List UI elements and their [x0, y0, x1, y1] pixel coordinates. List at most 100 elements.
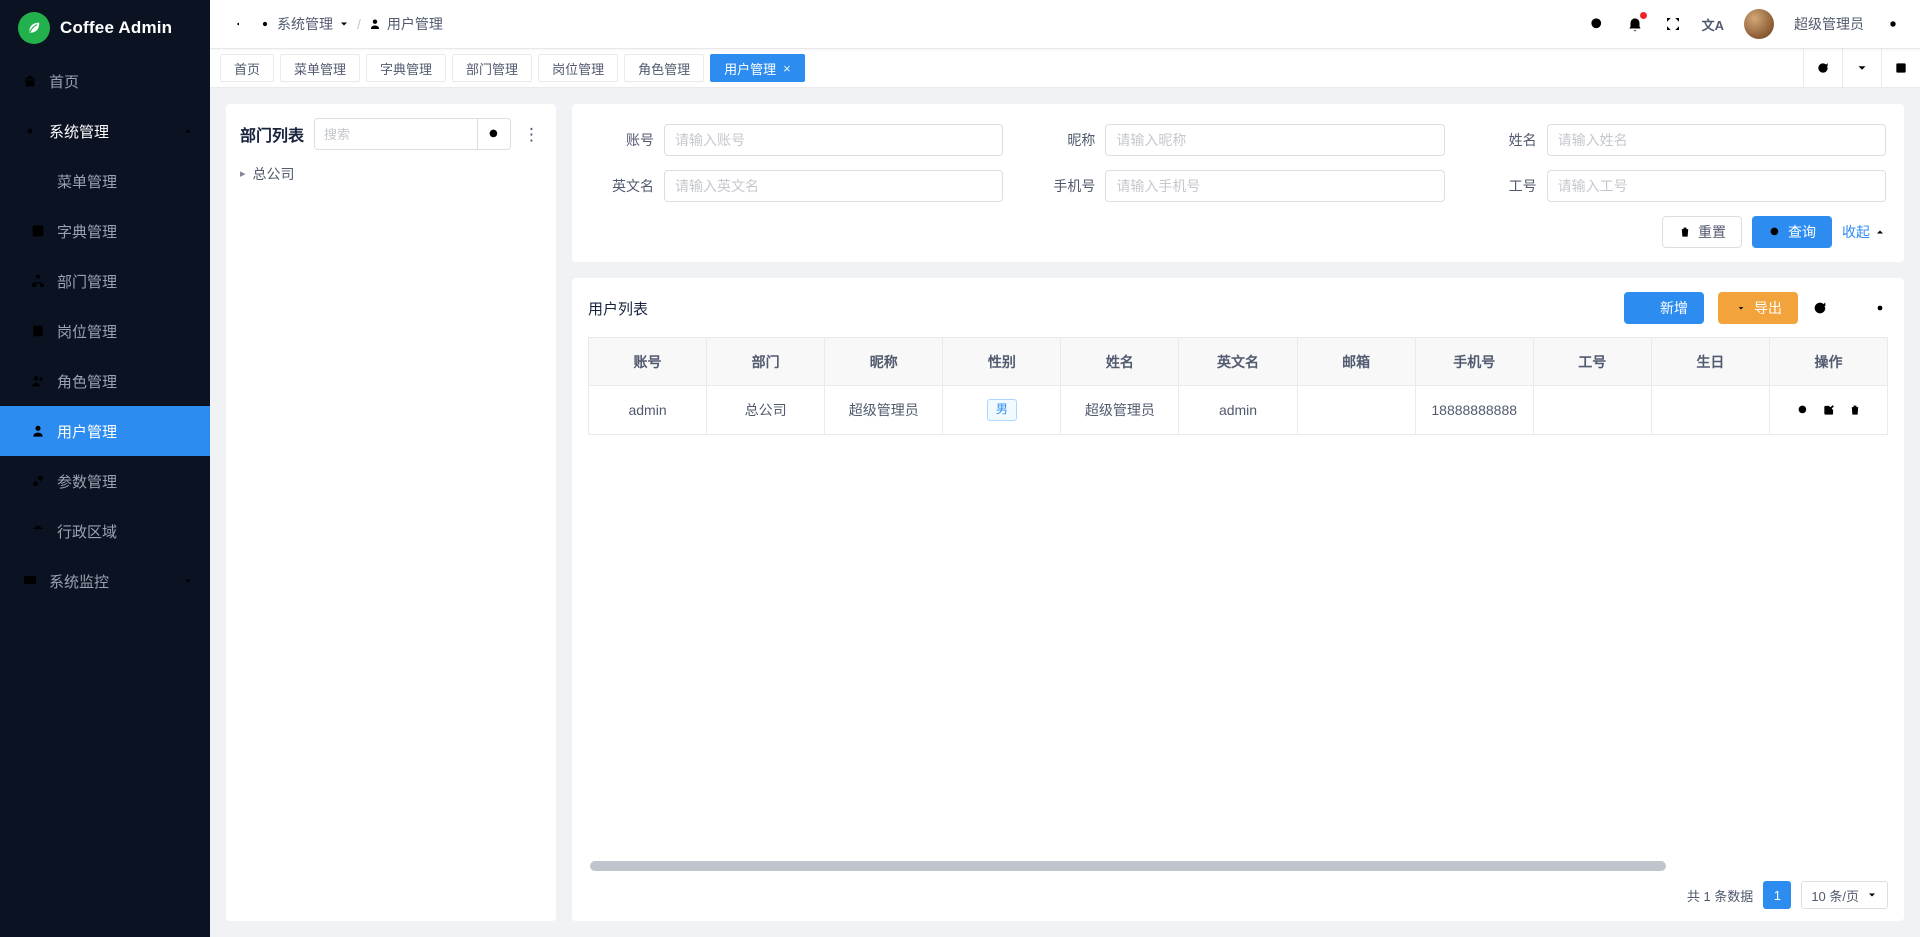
- notification-bell-icon[interactable]: [1626, 15, 1644, 33]
- row-height-icon[interactable]: [1842, 300, 1858, 316]
- sidebar-item-home[interactable]: 首页: [0, 56, 210, 106]
- cell-work-id: [1533, 386, 1651, 435]
- tab-dict-management[interactable]: 字典管理: [366, 54, 446, 82]
- link-icon: [30, 473, 46, 489]
- department-search-group: [314, 118, 511, 150]
- table-empty-space: [588, 435, 1888, 855]
- column-header-work-id: 工号: [1533, 338, 1651, 386]
- page-size-select[interactable]: 10 条/页: [1801, 881, 1888, 909]
- column-header-gender: 性别: [943, 338, 1061, 386]
- breadcrumb-item-current: 用户管理: [368, 14, 443, 34]
- refresh-icon[interactable]: [1803, 49, 1842, 87]
- search-icon: [1768, 225, 1782, 239]
- cell-account: admin: [589, 386, 707, 435]
- tab-user-management[interactable]: 用户管理 ×: [710, 54, 805, 82]
- account-input[interactable]: [664, 124, 1003, 156]
- search-icon[interactable]: [1588, 15, 1606, 33]
- cell-phone: 18888888888: [1415, 386, 1533, 435]
- cell-email: [1297, 386, 1415, 435]
- sidebar-item-label: 系统监控: [49, 571, 109, 592]
- close-icon[interactable]: ×: [783, 62, 791, 75]
- tab-label: 菜单管理: [294, 59, 346, 78]
- name-label: 姓名: [1473, 130, 1537, 150]
- sidebar-item-user-management[interactable]: 用户管理: [0, 406, 210, 456]
- column-header-email: 邮箱: [1297, 338, 1415, 386]
- tab-label: 岗位管理: [552, 59, 604, 78]
- tree-node-label: 总公司: [253, 164, 295, 184]
- sidebar-item-menu-management[interactable]: 菜单管理: [0, 156, 210, 206]
- sidebar-collapse-icon[interactable]: [224, 15, 242, 33]
- department-search-button[interactable]: [477, 118, 511, 150]
- clear-icon: [1678, 225, 1692, 239]
- export-button[interactable]: 导出: [1718, 292, 1798, 324]
- tab-dept-management[interactable]: 部门管理: [452, 54, 532, 82]
- tab-label: 首页: [234, 59, 260, 78]
- name-input[interactable]: [1547, 124, 1886, 156]
- gear-icon: [22, 123, 38, 139]
- sidebar-item-region-management[interactable]: 行政区域: [0, 506, 210, 556]
- field-nickname: 昵称: [1031, 124, 1444, 156]
- tree-caret-icon[interactable]: ▸: [240, 169, 246, 180]
- column-header-phone: 手机号: [1415, 338, 1533, 386]
- cell-birthday: [1651, 386, 1769, 435]
- tab-menu-management[interactable]: 菜单管理: [280, 54, 360, 82]
- search-button[interactable]: 查询: [1752, 216, 1832, 248]
- department-panel: 部门列表 ⋮ ▸ 总公司: [226, 104, 556, 921]
- user-list-card: 用户列表 新增 导出: [572, 278, 1904, 921]
- view-detail-icon[interactable]: [1796, 403, 1810, 417]
- reset-button[interactable]: 重置: [1662, 216, 1742, 248]
- breadcrumb-separator: /: [357, 16, 361, 32]
- right-column: 账号 昵称 姓名 英文名: [572, 104, 1904, 921]
- sidebar-item-param-management[interactable]: 参数管理: [0, 456, 210, 506]
- delete-icon[interactable]: [1848, 403, 1862, 417]
- cell-nickname: 超级管理员: [825, 386, 943, 435]
- table-row[interactable]: admin 总公司 超级管理员 男 超级管理员 admin 1888888888…: [589, 386, 1888, 435]
- sidebar-item-system-management[interactable]: 系统管理: [0, 106, 210, 156]
- sidebar-item-system-monitor[interactable]: 系统监控: [0, 556, 210, 606]
- page-number-button[interactable]: 1: [1763, 881, 1791, 909]
- work-id-label: 工号: [1473, 176, 1537, 196]
- tab-post-management[interactable]: 岗位管理: [538, 54, 618, 82]
- refresh-icon[interactable]: [1812, 300, 1828, 316]
- plus-icon: [1640, 301, 1654, 315]
- english-name-input[interactable]: [664, 170, 1003, 202]
- avatar[interactable]: [1744, 9, 1774, 39]
- system-submenu: 菜单管理 字典管理 部门管理 岗位管理 角色管理: [0, 156, 210, 556]
- add-user-button[interactable]: 新增: [1624, 292, 1704, 324]
- translate-icon[interactable]: 文A: [1702, 15, 1724, 34]
- horizontal-scrollbar[interactable]: [590, 861, 1886, 871]
- sidebar-item-role-management[interactable]: 角色管理: [0, 356, 210, 406]
- field-phone: 手机号: [1031, 170, 1444, 202]
- scrollbar-thumb[interactable]: [590, 861, 1666, 871]
- edit-icon[interactable]: [1822, 403, 1836, 417]
- breadcrumb-item-system[interactable]: 系统管理: [258, 14, 350, 34]
- nickname-input[interactable]: [1105, 124, 1444, 156]
- collapse-filters-link[interactable]: 收起: [1842, 222, 1886, 242]
- tab-home[interactable]: 首页: [220, 54, 274, 82]
- dictionary-icon: [30, 223, 46, 239]
- sidebar-item-dict-management[interactable]: 字典管理: [0, 206, 210, 256]
- expand-icon[interactable]: [1881, 49, 1920, 87]
- account-label: 账号: [590, 130, 654, 150]
- tab-bar-actions: [1803, 49, 1920, 87]
- phone-input[interactable]: [1105, 170, 1444, 202]
- gear-icon: [258, 17, 272, 31]
- field-english-name: 英文名: [590, 170, 1003, 202]
- sidebar-item-post-management[interactable]: 岗位管理: [0, 306, 210, 356]
- column-settings-gear-icon[interactable]: [1872, 300, 1888, 316]
- more-options-icon[interactable]: ⋮: [521, 126, 542, 143]
- work-id-input[interactable]: [1547, 170, 1886, 202]
- page-size-value: 10 条/页: [1811, 886, 1859, 905]
- settings-gear-icon[interactable]: [1884, 15, 1902, 33]
- pagination: 共 1 条数据 1 10 条/页: [588, 881, 1888, 909]
- field-account: 账号: [590, 124, 1003, 156]
- tab-role-management[interactable]: 角色管理: [624, 54, 704, 82]
- fullscreen-icon[interactable]: [1664, 15, 1682, 33]
- column-header-english-name: 英文名: [1179, 338, 1297, 386]
- tree-node-head-office[interactable]: ▸ 总公司: [240, 164, 542, 184]
- chevron-down-icon[interactable]: [1842, 49, 1881, 87]
- sidebar-item-dept-management[interactable]: 部门管理: [0, 256, 210, 306]
- chevron-up-icon: [182, 125, 194, 137]
- department-search-input[interactable]: [314, 118, 477, 150]
- breadcrumb-label: 系统管理: [277, 14, 333, 34]
